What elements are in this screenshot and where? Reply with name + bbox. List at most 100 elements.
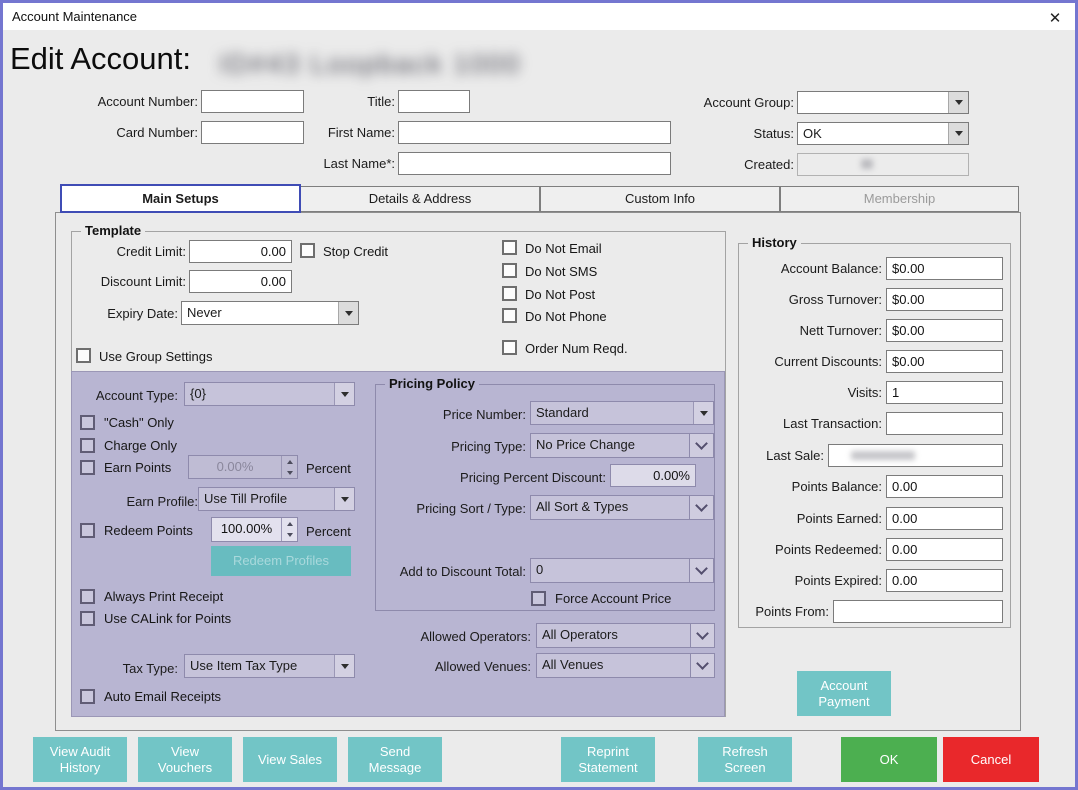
cash-only-label: "Cash" Only: [104, 414, 174, 431]
charge-only-label: Charge Only: [104, 437, 177, 454]
reprint-statement-button[interactable]: Reprint Statement: [561, 737, 655, 782]
ok-button[interactable]: OK: [841, 737, 937, 782]
account-name-redacted: ID#43 Loopback 1000: [219, 49, 521, 80]
last-name-label: Last Name*:: [298, 152, 395, 175]
pricing-type-value: No Price Change: [531, 434, 689, 457]
earn-points-checkbox[interactable]: [80, 460, 95, 475]
history-row-label: Points Redeemed:: [701, 538, 882, 561]
account-type-select[interactable]: {0}: [184, 382, 355, 406]
use-calink-checkbox[interactable]: [80, 611, 95, 626]
force-account-price-checkbox[interactable]: [531, 591, 546, 606]
allowed-venues-select[interactable]: All Venues: [536, 653, 715, 678]
tab-main-setups[interactable]: Main Setups: [60, 184, 301, 213]
refresh-screen-button[interactable]: Refresh Screen: [698, 737, 792, 782]
allowed-operators-label: Allowed Operators:: [371, 625, 531, 648]
pricing-type-label: Pricing Type:: [376, 435, 526, 458]
view-vouchers-button[interactable]: View Vouchers: [138, 737, 232, 782]
close-icon[interactable]: ✕: [1041, 6, 1069, 29]
pricing-percent-discount-label: Pricing Percent Discount:: [416, 466, 606, 489]
points-balance-field[interactable]: 0.00: [886, 475, 1003, 498]
use-group-settings-checkbox[interactable]: [76, 348, 91, 363]
points-redeemed-field[interactable]: 0.00: [886, 538, 1003, 561]
do-not-sms-checkbox[interactable]: [502, 263, 517, 278]
spinner-arrows-icon: [281, 518, 297, 541]
price-number-value: Standard: [531, 402, 693, 424]
gross-turnover-field[interactable]: $0.00: [886, 288, 1003, 311]
earn-profile-select[interactable]: Use Till Profile: [198, 487, 355, 511]
account-group-select[interactable]: [797, 91, 969, 114]
status-select[interactable]: OK: [797, 122, 969, 145]
title-label: Title:: [333, 90, 395, 113]
page-title: Edit Account:: [10, 41, 191, 77]
card-number-field[interactable]: [201, 121, 304, 144]
first-name-field[interactable]: [398, 121, 671, 144]
allowed-operators-select[interactable]: All Operators: [536, 623, 715, 648]
earn-points-percent-label: Percent: [306, 460, 351, 477]
account-balance-field[interactable]: $0.00: [886, 257, 1003, 280]
discount-limit-label: Discount Limit:: [61, 270, 186, 293]
tax-type-select[interactable]: Use Item Tax Type: [184, 654, 355, 678]
created-label: Created:: [668, 153, 794, 176]
tab-details-address[interactable]: Details & Address: [300, 186, 540, 212]
do-not-phone-checkbox[interactable]: [502, 308, 517, 323]
nett-turnover-field[interactable]: $0.00: [886, 319, 1003, 342]
pricing-type-select[interactable]: No Price Change: [530, 433, 714, 458]
do-not-email-label: Do Not Email: [525, 240, 602, 257]
account-type-value: {0}: [185, 383, 334, 405]
last-name-field[interactable]: [398, 152, 671, 175]
view-audit-history-button[interactable]: View Audit History: [33, 737, 127, 782]
always-print-receipt-label: Always Print Receipt: [104, 588, 223, 605]
account-group-label: Account Group:: [668, 91, 794, 114]
stop-credit-checkbox[interactable]: [300, 243, 315, 258]
add-to-discount-total-value: 0: [531, 559, 689, 582]
do-not-email-checkbox[interactable]: [502, 240, 517, 255]
history-row-label: Points From:: [648, 600, 829, 623]
points-from-field[interactable]: [833, 600, 1003, 623]
allowed-operators-value: All Operators: [537, 624, 690, 647]
pricing-sort-type-select[interactable]: All Sort & Types: [530, 495, 714, 520]
spinner-arrows-icon: [281, 456, 297, 478]
pricing-policy-group-label: Pricing Policy: [385, 376, 479, 391]
credit-limit-label: Credit Limit:: [81, 240, 186, 263]
expiry-date-value: Never: [182, 302, 338, 324]
title-field[interactable]: [398, 90, 470, 113]
redeem-points-value: 100.00%: [212, 518, 281, 541]
account-number-field[interactable]: [201, 90, 304, 113]
allowed-venues-value: All Venues: [537, 654, 690, 677]
auto-email-receipts-checkbox[interactable]: [80, 689, 95, 704]
price-number-select[interactable]: Standard: [530, 401, 714, 425]
tax-type-label: Tax Type:: [98, 657, 178, 680]
order-num-reqd-checkbox[interactable]: [502, 340, 517, 355]
redeem-points-spinner[interactable]: 100.00%: [211, 517, 298, 542]
created-value-redacted: [861, 159, 873, 169]
credit-limit-field[interactable]: 0.00: [189, 240, 292, 263]
tab-custom-info[interactable]: Custom Info: [540, 186, 780, 212]
always-print-receipt-checkbox[interactable]: [80, 589, 95, 604]
add-to-discount-total-select[interactable]: 0: [530, 558, 714, 583]
cancel-button[interactable]: Cancel: [943, 737, 1039, 782]
history-row-label: Visits:: [701, 381, 882, 404]
allowed-venues-label: Allowed Venues:: [371, 655, 531, 678]
do-not-post-checkbox[interactable]: [502, 286, 517, 301]
view-sales-button[interactable]: View Sales: [243, 737, 337, 782]
last-sale-value-redacted: [851, 451, 915, 460]
cash-only-checkbox[interactable]: [80, 415, 95, 430]
last-transaction-field[interactable]: [886, 412, 1003, 435]
account-type-label: Account Type:: [73, 384, 178, 407]
redeem-points-checkbox[interactable]: [80, 523, 95, 538]
stop-credit-label: Stop Credit: [323, 243, 388, 260]
account-payment-button[interactable]: Account Payment: [797, 671, 891, 716]
visits-field[interactable]: 1: [886, 381, 1003, 404]
current-discounts-field[interactable]: $0.00: [886, 350, 1003, 373]
points-expired-field[interactable]: 0.00: [886, 569, 1003, 592]
pricing-percent-discount-field[interactable]: 0.00%: [610, 464, 696, 487]
discount-limit-field[interactable]: 0.00: [189, 270, 292, 293]
chevron-down-icon: [689, 496, 713, 519]
charge-only-checkbox[interactable]: [80, 438, 95, 453]
price-number-label: Price Number:: [396, 403, 526, 426]
chevron-down-icon: [689, 434, 713, 457]
created-field: [797, 153, 969, 176]
expiry-date-select[interactable]: Never: [181, 301, 359, 325]
send-message-button[interactable]: Send Message: [348, 737, 442, 782]
points-earned-field[interactable]: 0.00: [886, 507, 1003, 530]
